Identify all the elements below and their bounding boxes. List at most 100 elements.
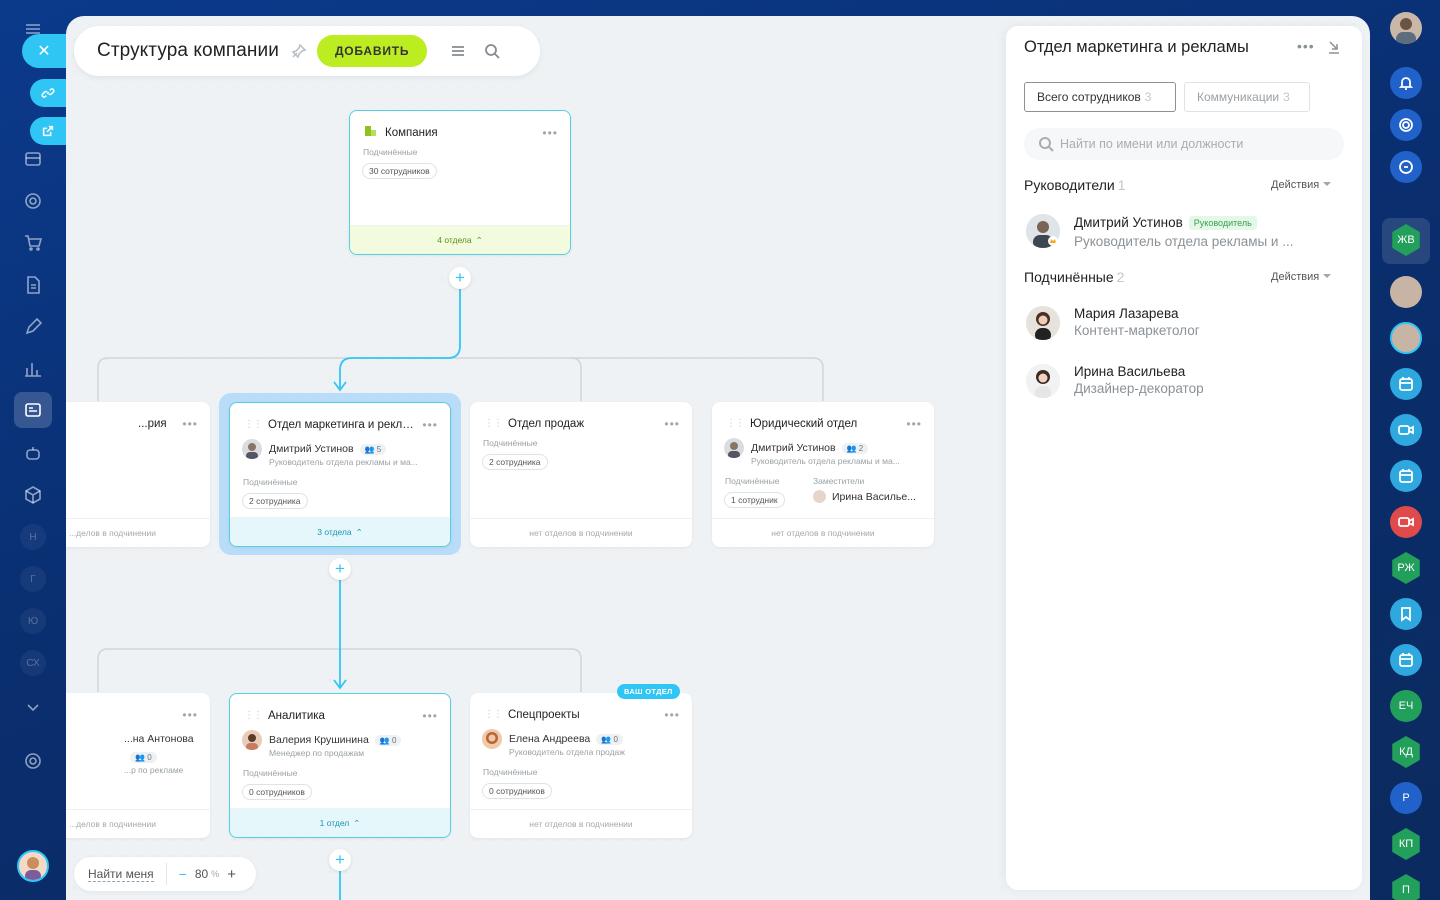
subordinates-count-chip[interactable]: 30 сотрудников xyxy=(362,163,437,179)
subordinates-count-chip[interactable]: 1 сотрудник xyxy=(724,492,785,508)
chat-avatar-hex[interactable]: КД xyxy=(1392,736,1420,768)
employee-list-item[interactable]: Ирина Васильева Дизайнер-декоратор xyxy=(1026,364,1204,398)
list-view-icon[interactable] xyxy=(449,42,467,60)
zoom-in-button[interactable]: + xyxy=(227,866,236,883)
head-name[interactable]: Дмитрий Устинов xyxy=(751,442,836,454)
employee-search-input[interactable]: Найти по имени или должности xyxy=(1024,128,1344,160)
head-name[interactable]: ...на Антонова xyxy=(124,733,194,745)
zoom-out-button[interactable]: − xyxy=(179,866,187,882)
video-icon[interactable] xyxy=(1390,414,1422,446)
departments-toggle[interactable]: 1 отдел ⌃ xyxy=(230,808,450,837)
rail-letter-item[interactable]: Г xyxy=(20,566,46,592)
zoom-value: 80 xyxy=(194,867,209,881)
tab-all-employees[interactable]: Всего сотрудников 3 xyxy=(1024,82,1176,112)
bell-icon[interactable] xyxy=(1390,67,1422,99)
drag-handle-icon[interactable]: ⋮⋮ xyxy=(484,418,503,429)
calendar-icon[interactable] xyxy=(1390,460,1422,492)
heads-actions-dropdown[interactable]: Действия xyxy=(1271,179,1331,191)
add-department-plus[interactable]: + xyxy=(329,849,351,871)
head-name[interactable]: Дмитрий Устинов xyxy=(269,443,354,455)
special-projects-department-card[interactable]: ⋮⋮ Спецпроекты ••• Елена Андреева 👥 0 Рук… xyxy=(470,693,692,838)
bookmark-icon[interactable] xyxy=(1390,598,1422,630)
head-name[interactable]: Валерия Крушинина xyxy=(269,734,369,746)
add-department-plus[interactable]: + xyxy=(449,267,471,289)
add-button[interactable]: ДОБАВИТЬ xyxy=(316,35,428,67)
more-icon[interactable]: ••• xyxy=(1297,38,1315,54)
more-icon[interactable]: ••• xyxy=(422,709,438,723)
inbox-icon[interactable] xyxy=(20,146,46,172)
chat-search-icon[interactable] xyxy=(1390,151,1422,183)
close-slider-button[interactable]: ✕ xyxy=(22,34,66,68)
pin-icon[interactable] xyxy=(291,43,307,59)
department-name: Спецпроекты xyxy=(508,708,580,721)
subordinates-count-chip[interactable]: 2 сотрудника xyxy=(242,493,308,509)
chat-avatar-hex[interactable]: РЖ xyxy=(1392,552,1420,584)
more-icon[interactable]: ••• xyxy=(182,708,198,722)
subordinates-count-chip[interactable]: 0 сотрудников xyxy=(482,783,552,799)
more-icon[interactable]: ••• xyxy=(182,417,198,431)
chart-icon[interactable] xyxy=(20,356,46,382)
drag-handle-icon[interactable]: ⋮⋮ xyxy=(726,418,745,429)
box-icon[interactable] xyxy=(20,482,46,508)
calendar-icon[interactable] xyxy=(1390,368,1422,400)
department-card-partial[interactable]: ...рия ••• ...делов в подчинении xyxy=(66,402,210,547)
settings-icon[interactable] xyxy=(20,748,46,774)
copy-link-button[interactable] xyxy=(30,79,66,107)
more-icon[interactable]: ••• xyxy=(906,417,922,431)
head-list-item[interactable]: Дмитрий Устинов Руководитель Руководитель… xyxy=(1026,214,1293,249)
cart-icon[interactable] xyxy=(20,230,46,256)
rail-letter-item[interactable]: СХ xyxy=(20,650,46,676)
more-icon[interactable]: ••• xyxy=(664,417,680,431)
subordinates-actions-dropdown[interactable]: Действия xyxy=(1271,271,1331,283)
more-icon[interactable]: ••• xyxy=(422,418,438,432)
video-icon[interactable] xyxy=(1390,506,1422,538)
pen-icon[interactable] xyxy=(20,314,46,340)
company-card[interactable]: Компания ••• Подчинённые 30 сотрудников … xyxy=(349,110,571,255)
open-new-window-button[interactable] xyxy=(30,117,66,145)
deputy-name[interactable]: Ирина Василье... xyxy=(832,491,916,503)
drag-handle-icon[interactable]: ⋮⋮ xyxy=(244,419,263,430)
search-icon[interactable] xyxy=(483,42,501,60)
chat-avatar-circle[interactable]: ЕЧ xyxy=(1390,690,1422,722)
robot-icon[interactable] xyxy=(20,440,46,466)
department-card-partial[interactable]: ••• ...на Антонова 👥 0 ...р по рекламе ..… xyxy=(66,693,210,838)
departments-toggle[interactable]: 3 отдела ⌃ xyxy=(230,517,450,546)
avatar[interactable] xyxy=(1390,322,1422,354)
avatar[interactable] xyxy=(1390,276,1422,308)
rail-letter-item[interactable]: Ю xyxy=(20,608,46,634)
employee-name[interactable]: Ирина Васильева xyxy=(1074,364,1204,379)
no-departments-text: нет отделов в подчинении xyxy=(470,518,692,547)
collapse-panel-icon[interactable] xyxy=(1327,39,1341,55)
employee-list-item[interactable]: Мария Лазарева Контент-маркетолог xyxy=(1026,306,1200,340)
add-department-plus[interactable]: + xyxy=(329,558,351,580)
tab-communications[interactable]: Коммуникации 3 xyxy=(1184,82,1310,112)
target-icon[interactable] xyxy=(1390,109,1422,141)
target-icon[interactable] xyxy=(20,188,46,214)
analytics-department-card[interactable]: ⋮⋮ Аналитика ••• Валерия Крушинина 👥 0 Ме… xyxy=(229,693,451,838)
departments-toggle[interactable]: 4 отдела ⌃ xyxy=(350,225,570,254)
head-name[interactable]: Дмитрий Устинов xyxy=(1074,215,1183,230)
chat-avatar-hex[interactable]: КП xyxy=(1392,828,1420,860)
avatar[interactable] xyxy=(1390,12,1422,44)
document-icon[interactable] xyxy=(20,272,46,298)
chat-avatar-circle[interactable]: Р xyxy=(1390,782,1422,814)
more-icon[interactable]: ••• xyxy=(664,708,680,722)
calendar-icon[interactable] xyxy=(1390,644,1422,676)
sales-department-card[interactable]: ⋮⋮ Отдел продаж ••• Подчинённые 2 сотруд… xyxy=(470,402,692,547)
head-name[interactable]: Елена Андреева xyxy=(509,733,590,745)
subordinates-count-chip[interactable]: 2 сотрудника xyxy=(482,454,548,470)
chevron-down-icon[interactable] xyxy=(20,694,46,720)
subordinates-count-chip[interactable]: 0 сотрудников xyxy=(242,784,312,800)
company-structure-icon[interactable] xyxy=(20,397,46,423)
user-avatar[interactable] xyxy=(17,850,49,882)
drag-handle-icon[interactable]: ⋮⋮ xyxy=(244,710,263,721)
find-me-button[interactable]: Найти меня xyxy=(88,867,154,882)
rail-letter-item[interactable]: Н xyxy=(20,524,46,550)
more-icon[interactable]: ••• xyxy=(542,126,558,140)
legal-department-card[interactable]: ⋮⋮ Юридический отдел ••• Дмитрий Устинов… xyxy=(712,402,934,547)
drag-handle-icon[interactable]: ⋮⋮ xyxy=(484,709,503,720)
employee-name[interactable]: Мария Лазарева xyxy=(1074,306,1200,321)
chat-avatar-hex[interactable]: П xyxy=(1392,874,1420,900)
marketing-department-card[interactable]: ⋮⋮ Отдел маркетинга и рекла... ••• Дмитр… xyxy=(229,402,451,547)
department-name: Юридический отдел xyxy=(750,417,858,430)
